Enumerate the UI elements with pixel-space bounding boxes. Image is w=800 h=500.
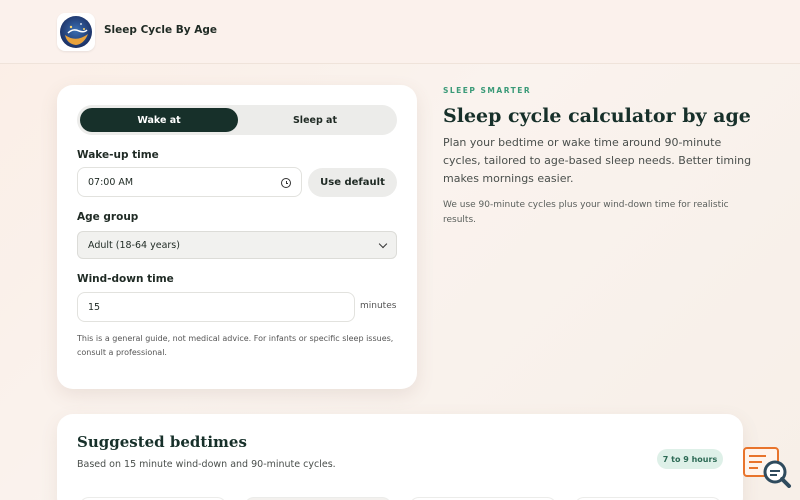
disclaimer-note: This is a general guide, not medical adv… bbox=[77, 334, 394, 357]
page-title: Sleep cycle calculator by age bbox=[443, 105, 751, 127]
hero-subtext: We use 90-minute cycles plus your wind-d… bbox=[443, 200, 729, 225]
search-chat-widget-icon[interactable] bbox=[742, 446, 792, 488]
brand-name[interactable]: Sleep Cycle By Age bbox=[104, 24, 217, 36]
hero-description: Plan your bedtime or wake time around 90… bbox=[443, 136, 752, 185]
sleep-at-tab[interactable]: Sleep at bbox=[236, 108, 394, 132]
results-subtitle: Based on 15 minute wind-down and 90-minu… bbox=[77, 459, 336, 470]
use-default-button[interactable]: Use default bbox=[308, 168, 397, 197]
sleep-range-badge: 7 to 9 hours bbox=[657, 449, 723, 469]
moon-logo-icon[interactable] bbox=[57, 13, 95, 51]
wake-at-tab[interactable]: Wake at bbox=[80, 108, 238, 132]
wind-down-value: 15 bbox=[88, 301, 101, 313]
mode-toggle: Wake at Sleep at bbox=[77, 105, 397, 135]
clock-icon[interactable] bbox=[281, 178, 291, 188]
age-group-value: Adult (18-64 years) bbox=[88, 239, 180, 251]
hero-kicker: SLEEP SMARTER bbox=[443, 86, 532, 95]
top-bar: Sleep Cycle By Age bbox=[0, 0, 800, 64]
wake-time-input[interactable]: 07:00 AM bbox=[77, 167, 302, 197]
wind-down-units: minutes bbox=[360, 301, 397, 311]
results-card: Suggested bedtimes Based on 15 minute wi… bbox=[57, 414, 743, 500]
wind-down-input[interactable]: 15 bbox=[77, 292, 355, 322]
age-group-select[interactable]: Adult (18-64 years) bbox=[77, 231, 397, 259]
wake-time-value: 07:00 AM bbox=[88, 176, 134, 188]
results-title: Suggested bedtimes bbox=[77, 433, 247, 451]
age-group-label: Age group bbox=[77, 211, 139, 223]
calculator-card: Wake at Sleep at Wake-up time 07:00 AM U… bbox=[57, 85, 417, 389]
wake-time-label: Wake-up time bbox=[77, 149, 159, 161]
wind-down-label: Wind-down time bbox=[77, 273, 174, 285]
chevron-down-icon bbox=[378, 239, 388, 249]
